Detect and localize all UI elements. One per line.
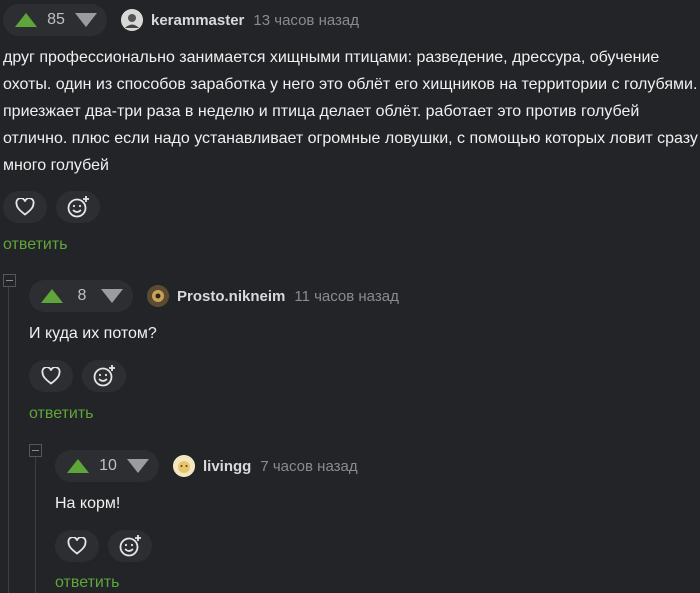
- upvote-icon[interactable]: [15, 13, 37, 27]
- username[interactable]: livingg: [203, 458, 251, 475]
- heart-icon: [15, 198, 35, 216]
- emoji-add-icon: [119, 535, 141, 557]
- comment-text: На корм!: [55, 490, 120, 517]
- downvote-icon[interactable]: [127, 459, 149, 473]
- timestamp[interactable]: 7 часов назад: [260, 458, 357, 475]
- avatar[interactable]: [121, 9, 143, 31]
- add-reaction-button[interactable]: [82, 360, 126, 392]
- emoji-add-icon: [93, 365, 115, 387]
- avatar[interactable]: [147, 285, 169, 307]
- text-line: много голубей: [3, 157, 109, 174]
- timestamp[interactable]: 11 часов назад: [294, 288, 398, 305]
- vote-widget: 10: [55, 450, 159, 482]
- text-line: приезжает два-три раза в неделю и птица …: [3, 103, 640, 120]
- emoji-add-icon: [67, 196, 89, 218]
- text-line: друг профессионально занимается хищными …: [3, 49, 660, 66]
- comment-header: 8 Prosto.nikneim 11 часов назад: [29, 280, 399, 312]
- reply-link[interactable]: ответить: [55, 574, 120, 592]
- reply-link[interactable]: ответить: [29, 405, 94, 423]
- timestamp[interactable]: 13 часов назад: [253, 12, 359, 29]
- add-reaction-button[interactable]: [56, 191, 100, 223]
- like-button[interactable]: [29, 360, 73, 392]
- like-button[interactable]: [55, 530, 99, 562]
- comment-header: 85 kerammaster 13 часов назад: [3, 4, 359, 36]
- collapse-icon[interactable]: [29, 444, 42, 457]
- text-line: охоты. один из способов заработка у него…: [3, 76, 698, 93]
- username[interactable]: Prosto.nikneim: [177, 288, 285, 305]
- vote-count: 10: [99, 457, 117, 474]
- add-reaction-button[interactable]: [108, 530, 152, 562]
- text-line: И куда их потом?: [29, 325, 157, 342]
- comment-header: 10 livingg 7 часов назад: [55, 450, 358, 482]
- avatar[interactable]: [173, 455, 195, 477]
- downvote-icon[interactable]: [75, 13, 97, 27]
- comment-text: И куда их потом?: [29, 320, 157, 347]
- vote-widget: 85: [3, 4, 107, 36]
- vote-count: 85: [47, 11, 65, 28]
- vote-count: 8: [77, 287, 87, 304]
- username[interactable]: kerammaster: [151, 12, 244, 29]
- heart-icon: [67, 537, 87, 555]
- comment-text: друг профессионально занимается хищными …: [3, 44, 698, 179]
- like-button[interactable]: [3, 191, 47, 223]
- collapse-icon[interactable]: [3, 274, 16, 287]
- upvote-icon[interactable]: [67, 459, 89, 473]
- text-line: отлично. плюс если надо устанавливает ог…: [3, 130, 698, 147]
- text-line: На корм!: [55, 495, 121, 512]
- vote-widget: 8: [29, 280, 133, 312]
- heart-icon: [41, 367, 61, 385]
- downvote-icon[interactable]: [101, 289, 123, 303]
- thread-line: [35, 456, 36, 593]
- thread-line: [8, 286, 9, 593]
- upvote-icon[interactable]: [41, 289, 63, 303]
- reply-link[interactable]: ответить: [3, 236, 68, 254]
